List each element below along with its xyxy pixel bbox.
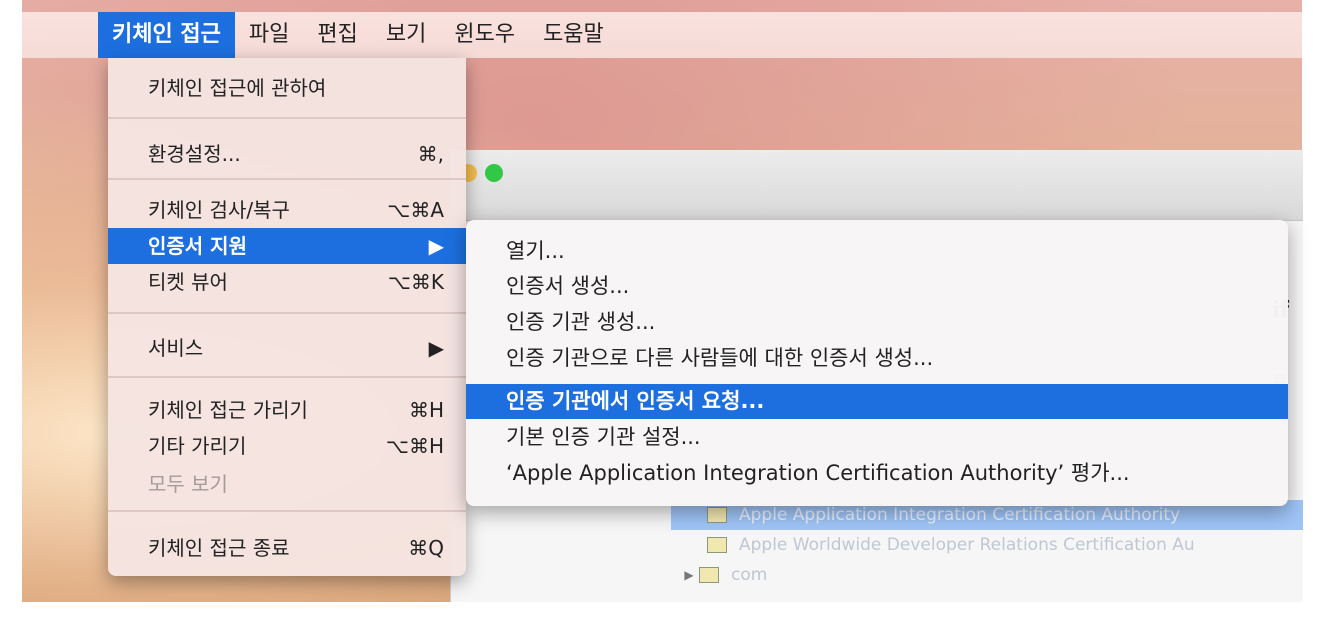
- shortcut-label: ⌥⌘A: [387, 198, 444, 222]
- menu-item-services[interactable]: 서비스 ▶: [108, 330, 466, 366]
- menu-item-quit[interactable]: 키체인 접근 종료 ⌘Q: [108, 530, 466, 566]
- certificate-icon: [707, 507, 727, 523]
- submenu-arrow-icon: ▶: [428, 234, 444, 258]
- menu-item-certificate-assistant[interactable]: 인증서 지원 ▶: [108, 228, 466, 264]
- menu-item-keychain-first-aid[interactable]: 키체인 검사/복구 ⌥⌘A: [108, 192, 466, 228]
- certificate-name: com: [731, 565, 768, 585]
- submenu-item-evaluate[interactable]: ‘Apple Application Integration Certifica…: [466, 456, 1288, 491]
- certificate-row[interactable]: Apple Worldwide Developer Relations Cert…: [671, 530, 1303, 560]
- submenu-item-create-cert-for-others[interactable]: 인증 기관으로 다른 사람들에 대한 인증서 생성...: [466, 341, 1288, 376]
- menu-item-about[interactable]: 키체인 접근에 관하여: [108, 70, 466, 106]
- submenu-item-create-ca[interactable]: 인증 기관 생성...: [466, 305, 1288, 340]
- shortcut-label: ⌘H: [408, 398, 444, 422]
- menu-item-show-all: 모두 보기: [148, 472, 228, 496]
- menu-view[interactable]: 보기: [372, 12, 440, 58]
- menu-item-ticket-viewer[interactable]: 티켓 뷰어 ⌥⌘K: [108, 264, 466, 300]
- certificate-name: Apple Application Integration Certificat…: [739, 505, 1181, 525]
- shortcut-label: ⌘Q: [408, 536, 444, 560]
- certificate-list: Apple Application Integration Certificat…: [671, 500, 1303, 590]
- menu-item-hide-others[interactable]: 기타 가리기 ⌥⌘H: [108, 428, 466, 464]
- keychain-access-menu: 키체인 접근에 관하여 환경설정... ⌘, 키체인 검사/복구 ⌥⌘A 인증서…: [108, 58, 466, 576]
- submenu-arrow-icon: ▶: [428, 336, 444, 360]
- menu-bar: 키체인 접근 파일 편집 보기 윈도우 도움말: [22, 12, 1302, 58]
- certificate-assistant-submenu: 열기... 인증서 생성... 인증 기관 생성... 인증 기관으로 다른 사…: [466, 220, 1288, 506]
- menu-separator: [108, 376, 466, 378]
- menu-item-hide-keychain-access[interactable]: 키체인 접근 가리기 ⌘H: [108, 392, 466, 428]
- menu-help[interactable]: 도움말: [529, 12, 618, 58]
- menu-separator: [108, 178, 466, 180]
- submenu-item-set-default-ca[interactable]: 기본 인증 기관 설정...: [466, 420, 1288, 455]
- window-titlebar: [451, 150, 1303, 221]
- menu-edit[interactable]: 편집: [303, 12, 371, 58]
- certificate-icon: [707, 537, 727, 553]
- submenu-item-create-certificate[interactable]: 인증서 생성...: [466, 269, 1288, 304]
- shortcut-label: ⌘,: [417, 142, 444, 166]
- shortcut-label: ⌥⌘H: [385, 434, 444, 458]
- certificate-icon: [699, 567, 719, 583]
- menu-keychain-access[interactable]: 키체인 접근: [98, 12, 235, 58]
- submenu-item-open[interactable]: 열기...: [466, 234, 1288, 269]
- menu-separator: [108, 117, 466, 119]
- menu-separator: [108, 510, 466, 512]
- menu-window[interactable]: 윈도우: [440, 12, 529, 58]
- menu-item-preferences[interactable]: 환경설정... ⌘,: [108, 136, 466, 172]
- disclosure-triangle-icon[interactable]: ▶: [679, 568, 699, 582]
- submenu-item-request-certificate[interactable]: 인증 기관에서 인증서 요청...: [466, 384, 1288, 419]
- menu-separator: [108, 312, 466, 314]
- certificate-row[interactable]: ▶ com: [671, 560, 1303, 590]
- shortcut-label: ⌥⌘K: [387, 270, 444, 294]
- menu-file[interactable]: 파일: [235, 12, 303, 58]
- zoom-button[interactable]: [485, 164, 503, 182]
- certificate-name: Apple Worldwide Developer Relations Cert…: [739, 535, 1195, 555]
